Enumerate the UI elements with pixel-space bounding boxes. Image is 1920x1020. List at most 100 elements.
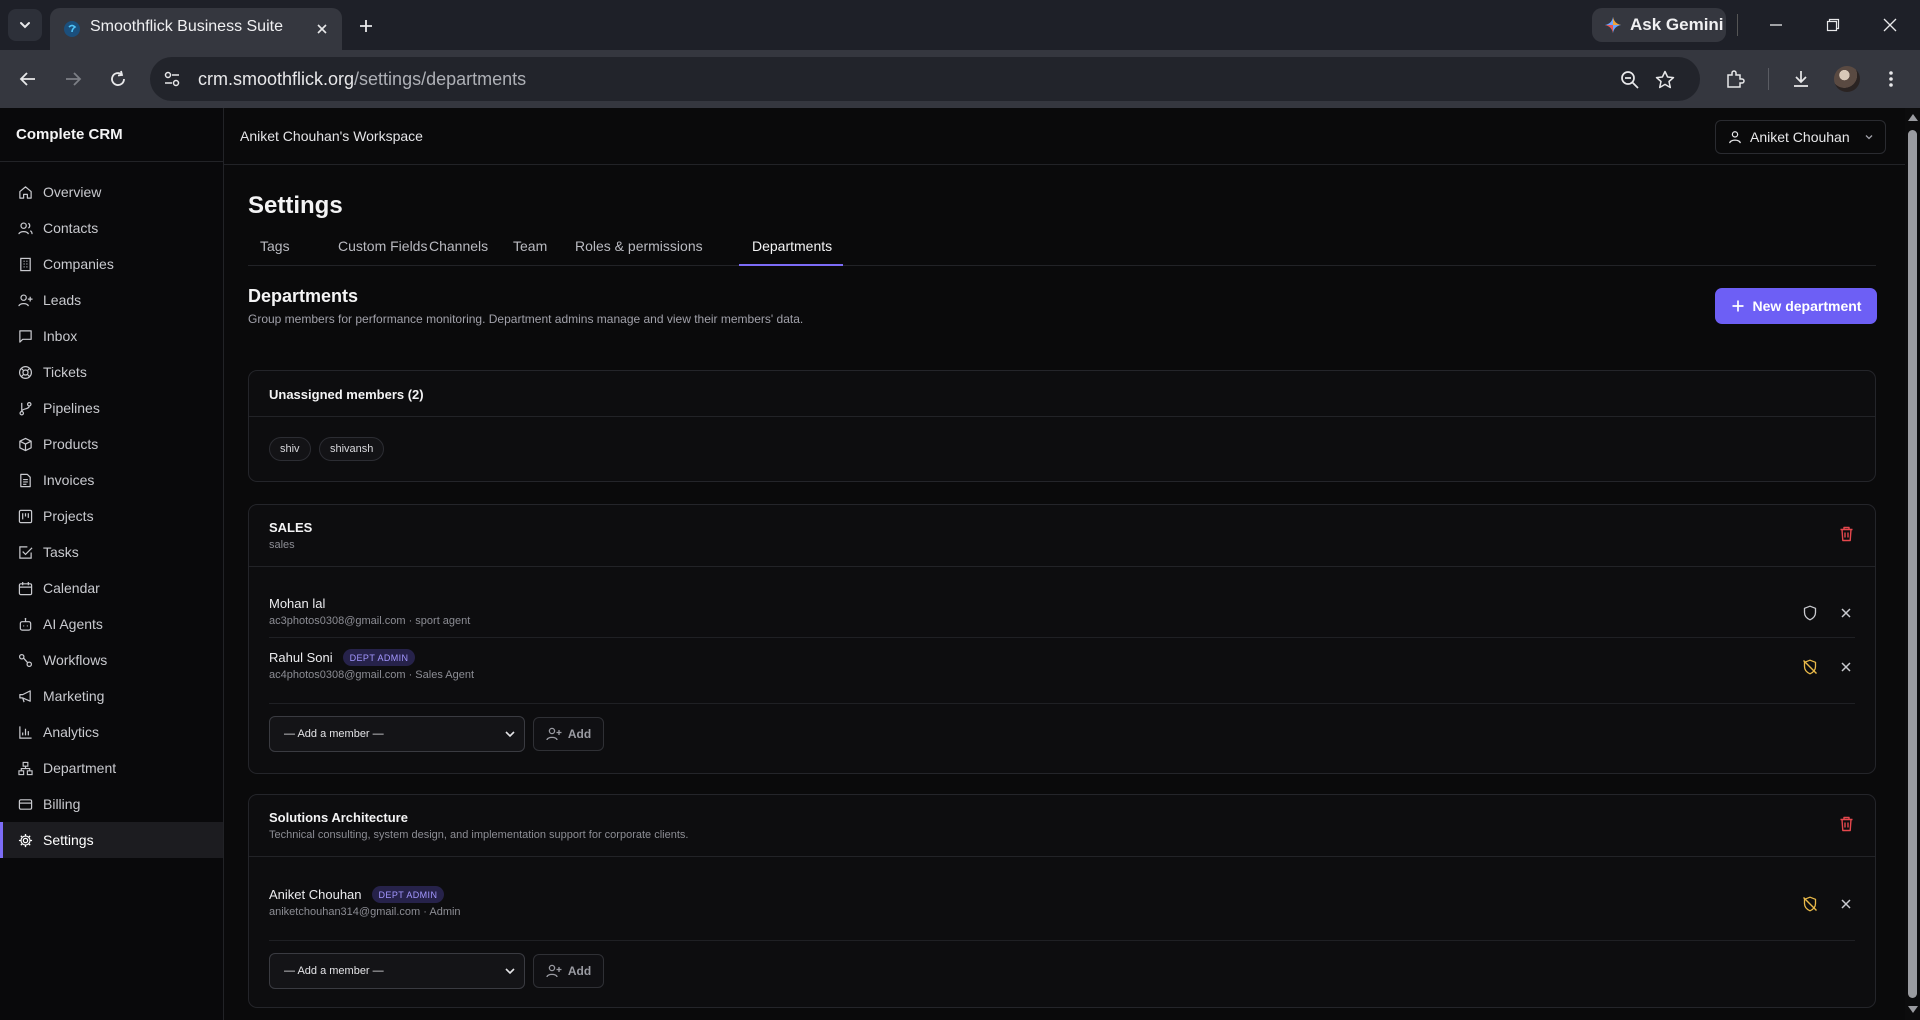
scroll-up-arrow[interactable] (1908, 114, 1918, 121)
sidebar-item-workflows[interactable]: Workflows (0, 642, 223, 678)
brand-name: Complete CRM (16, 126, 123, 143)
page-scrollbar[interactable] (1905, 108, 1920, 1020)
reload-button[interactable] (103, 64, 133, 94)
close-tab-icon[interactable] (312, 19, 332, 39)
sidebar-item-inbox[interactable]: Inbox (0, 318, 223, 354)
sidebar-item-tickets[interactable]: Tickets (0, 354, 223, 390)
app-topbar: Aniket Chouhan's Workspace Aniket Chouha… (224, 108, 1905, 165)
user-menu-button[interactable]: Aniket Chouhan (1715, 120, 1886, 154)
chevron-down-icon (505, 731, 515, 738)
tab-custom-fields[interactable]: Custom Fields (338, 238, 427, 254)
credit-card-icon (18, 798, 33, 810)
sidebar-item-contacts[interactable]: Contacts (0, 210, 223, 246)
member-name: Rahul Soni DEPT ADMIN (269, 649, 416, 666)
zoom-icon[interactable] (1618, 68, 1642, 92)
extensions-icon[interactable] (1720, 64, 1750, 94)
reload-icon (111, 70, 125, 86)
revoke-admin-shield-off-icon[interactable] (1800, 657, 1820, 677)
url-path: /settings/departments (354, 69, 527, 89)
new-department-button[interactable]: New department (1715, 288, 1877, 324)
new-department-label: New department (1752, 298, 1862, 314)
plus-icon (1732, 300, 1744, 312)
ask-gemini-button[interactable]: Ask Gemini (1592, 8, 1726, 42)
tab-roles-permissions[interactable]: Roles & permissions (575, 238, 703, 254)
main-content: Settings Tags Custom Fields Channels Tea… (224, 166, 1905, 1020)
tab-tags[interactable]: Tags (260, 238, 290, 254)
profile-avatar[interactable] (1834, 66, 1860, 92)
department-card-sales: SALES sales Mohan lal ac3photos0308@gmai… (248, 504, 1876, 774)
more-menu-icon[interactable] (1876, 64, 1906, 94)
sidebar-item-analytics[interactable]: Analytics (0, 714, 223, 750)
make-admin-shield-icon[interactable] (1800, 603, 1820, 623)
sidebar-item-leads[interactable]: Leads (0, 282, 223, 318)
tab-team[interactable]: Team (513, 238, 547, 254)
delete-department-icon[interactable] (1836, 814, 1856, 834)
ask-gemini-label: Ask Gemini (1630, 15, 1724, 34)
back-button[interactable] (13, 64, 43, 94)
sidebar-item-projects[interactable]: Projects (0, 498, 223, 534)
tab-departments[interactable]: Departments (752, 238, 832, 254)
forward-button[interactable] (58, 64, 88, 94)
sidebar-item-label: Calendar (43, 580, 100, 596)
home-icon (19, 185, 32, 199)
new-tab-button[interactable] (352, 12, 380, 40)
row-divider (269, 940, 1855, 941)
sidebar-item-label: Department (43, 760, 117, 776)
user-plus-icon (546, 727, 562, 741)
sidebar-item-label: Billing (43, 796, 81, 812)
section-description: Group members for performance monitoring… (248, 312, 804, 326)
card-divider (249, 566, 1875, 567)
restore-window-button[interactable] (1815, 10, 1851, 40)
sidebar-item-invoices[interactable]: Invoices (0, 462, 223, 498)
sidebar-item-pipelines[interactable]: Pipelines (0, 390, 223, 426)
close-window-button[interactable] (1872, 10, 1908, 40)
row-divider (269, 637, 1855, 638)
bot-icon (19, 617, 32, 631)
url-host: crm.smoothflick.org (198, 69, 355, 89)
user-plus-icon (18, 293, 33, 306)
delete-department-icon[interactable] (1836, 524, 1856, 544)
user-plus-icon (546, 964, 562, 978)
sidebar-item-marketing[interactable]: Marketing (0, 678, 223, 714)
member-chip: shiv (269, 437, 311, 461)
add-member-select-value: — Add a member — (284, 965, 384, 977)
sidebar-item-overview[interactable]: Overview (0, 174, 223, 210)
remove-member-icon[interactable] (1836, 657, 1856, 677)
sidebar-item-billing[interactable]: Billing (0, 786, 223, 822)
add-member-button[interactable]: Add (533, 717, 604, 751)
add-member-select[interactable]: — Add a member — (269, 716, 525, 752)
sidebar-divider (0, 161, 223, 162)
sidebar-item-products[interactable]: Products (0, 426, 223, 462)
member-meta: ac3photos0308@gmail.com · sport agent (269, 615, 471, 627)
tab-search-button[interactable] (8, 9, 42, 41)
workflow-icon (18, 653, 33, 667)
scrollbar-thumb[interactable] (1908, 130, 1917, 998)
revoke-admin-shield-off-icon[interactable] (1800, 894, 1820, 914)
address-bar[interactable]: crm.smoothflick.org/settings/departments (150, 57, 1700, 101)
sidebar-item-companies[interactable]: Companies (0, 246, 223, 282)
users-icon (18, 221, 33, 234)
active-tab-indicator (739, 264, 843, 266)
downloads-icon[interactable] (1786, 64, 1816, 94)
remove-member-icon[interactable] (1836, 603, 1856, 623)
megaphone-icon (19, 689, 31, 702)
sidebar-item-label: Tickets (43, 364, 87, 380)
sidebar-item-department[interactable]: Department (0, 750, 223, 786)
bookmark-star-icon[interactable] (1653, 68, 1677, 92)
browser-tab-active[interactable]: Smoothflick Business Suite (50, 8, 342, 50)
sidebar-item-settings[interactable]: Settings (0, 822, 223, 858)
sidebar-item-ai-agents[interactable]: AI Agents (0, 606, 223, 642)
sidebar-item-label: Overview (43, 184, 102, 200)
section-title: Departments (248, 286, 359, 306)
plus-icon (360, 20, 372, 32)
add-member-select[interactable]: — Add a member — (269, 953, 525, 989)
browser-toolbar: crm.smoothflick.org/settings/departments (0, 50, 1920, 108)
scroll-down-arrow[interactable] (1908, 1006, 1918, 1013)
sidebar-item-calendar[interactable]: Calendar (0, 570, 223, 606)
gemini-sparkle-icon (1605, 17, 1621, 33)
add-member-button[interactable]: Add (533, 954, 604, 988)
remove-member-icon[interactable] (1836, 894, 1856, 914)
minimize-window-button[interactable] (1758, 10, 1794, 40)
tab-channels[interactable]: Channels (429, 238, 488, 254)
sidebar-item-tasks[interactable]: Tasks (0, 534, 223, 570)
